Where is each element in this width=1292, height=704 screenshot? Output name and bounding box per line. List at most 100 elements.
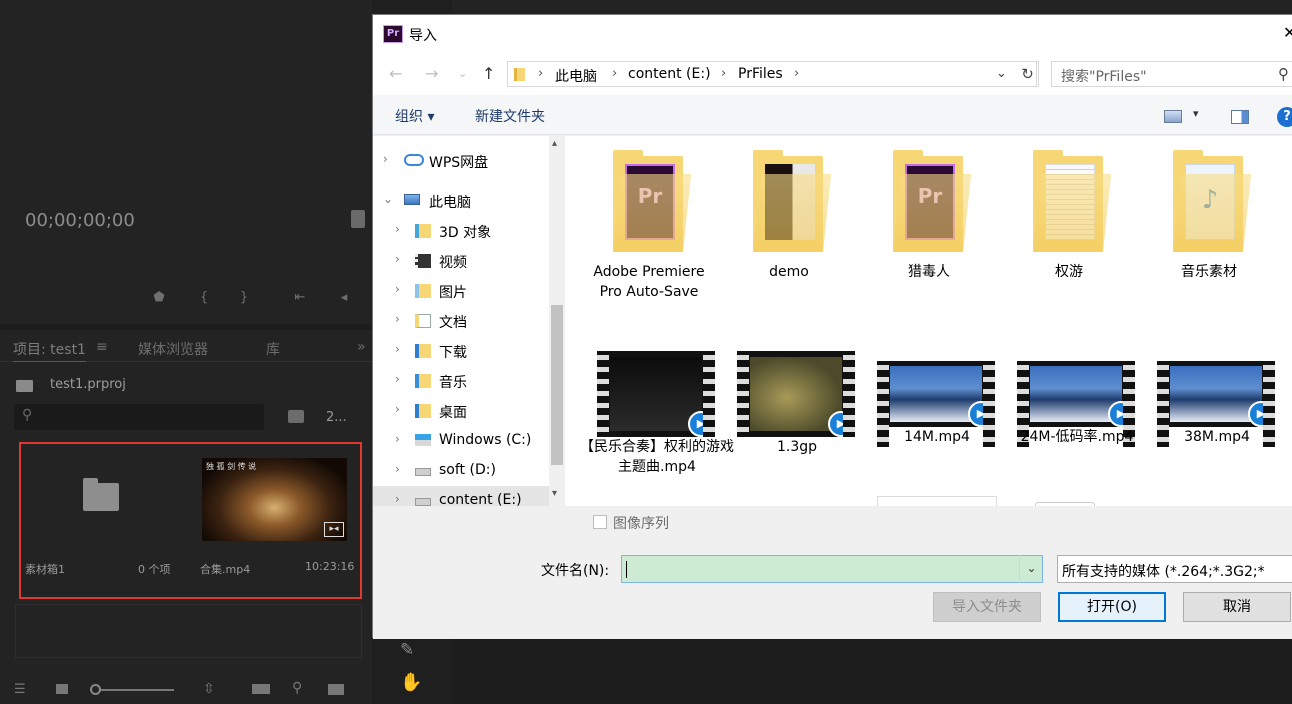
new-folder-button[interactable]: 新建文件夹 <box>475 106 545 126</box>
monitor-settings-icon[interactable] <box>351 210 365 228</box>
automate-icon[interactable] <box>252 684 270 694</box>
image-sequence-checkbox[interactable] <box>593 515 607 529</box>
add-marker-icon[interactable]: ⬟ <box>151 290 167 306</box>
close-icon[interactable]: ✕ <box>1283 23 1292 42</box>
expand-chevron-icon[interactable]: › <box>395 432 400 446</box>
nav-item-music[interactable]: › 音乐 <box>373 366 549 396</box>
bin-folder-icon[interactable] <box>83 478 119 511</box>
breadcrumb-separator[interactable]: › <box>721 66 726 81</box>
file-tile-music-assets[interactable]: ♪ 音乐素材 <box>1149 136 1269 306</box>
new-search-bin-icon[interactable] <box>288 410 304 423</box>
nav-item-3d-objects[interactable]: › 3D 对象 <box>373 216 549 246</box>
breadcrumb-separator[interactable]: › <box>538 66 543 81</box>
icon-view-icon[interactable] <box>56 684 68 694</box>
nav-item-wps-cloud[interactable]: › WPS网盘 <box>373 146 549 176</box>
list-view-icon[interactable]: ☰ <box>14 682 26 697</box>
tab-project[interactable]: 项目: test1 <box>13 339 86 362</box>
video-file-icon: ▶ <box>1157 361 1275 447</box>
nav-item-content-drive[interactable]: › content (E:) <box>373 486 549 506</box>
mark-in-icon[interactable]: { <box>196 290 212 306</box>
file-tile-1-3gp[interactable]: ▶ 1.3gp <box>737 351 857 501</box>
nav-scrollbar-thumb[interactable] <box>551 305 563 465</box>
file-tile-24m[interactable]: ▶ 24M-低码率.mp4 <box>1017 361 1137 511</box>
nav-item-desktop[interactable]: › 桌面 <box>373 396 549 426</box>
items-count: 2... <box>326 410 347 425</box>
file-tile-min-yue-video[interactable]: ▶ 【民乐合奏】权利的游戏主题曲.mp4 <box>580 351 734 501</box>
zoom-slider[interactable] <box>90 689 174 691</box>
import-folder-button[interactable]: 导入文件夹 <box>933 592 1041 622</box>
organize-button[interactable]: 组织 ▾ <box>395 106 434 126</box>
expand-chevron-icon[interactable]: › <box>383 152 388 166</box>
nav-item-downloads[interactable]: › 下载 <box>373 336 549 366</box>
expand-chevron-icon[interactable]: › <box>395 252 400 266</box>
tab-libraries[interactable]: 库 <box>266 339 280 359</box>
panel-overflow-icon[interactable]: » <box>357 339 366 355</box>
file-tile-quan-you[interactable]: 权游 <box>1009 136 1129 306</box>
refresh-icon[interactable]: ↻ <box>1017 61 1039 87</box>
view-dropdown-chevron-icon[interactable]: ▾ <box>1193 107 1199 120</box>
scroll-down-icon[interactable]: ▾ <box>552 488 557 499</box>
collapse-chevron-icon[interactable]: ⌄ <box>383 192 393 206</box>
breadcrumb-folder[interactable]: PrFiles <box>738 66 783 82</box>
nav-item-windows-drive[interactable]: › Windows (C:) <box>373 426 549 456</box>
mark-out-icon[interactable]: } <box>236 290 252 306</box>
expand-chevron-icon[interactable]: › <box>395 372 400 386</box>
project-search-input[interactable]: ⚲ <box>14 404 264 430</box>
step-back-icon[interactable]: ◂ <box>336 290 352 306</box>
file-tile-label: 音乐素材 <box>1181 264 1237 280</box>
file-tile-38m[interactable]: ▶ 38M.mp4 <box>1157 361 1277 511</box>
breadcrumb-this-pc[interactable]: 此电脑 <box>555 66 597 86</box>
zoom-slider-handle[interactable] <box>90 684 101 695</box>
file-type-select[interactable]: 所有支持的媒体 (*.264;*.3G2;* ⌄ <box>1057 555 1292 583</box>
scroll-up-icon[interactable]: ▴ <box>552 138 557 149</box>
breadcrumb-separator[interactable]: › <box>794 66 799 81</box>
nav-item-pictures[interactable]: › 图片 <box>373 276 549 306</box>
tab-media-browser[interactable]: 媒体浏览器 <box>138 339 208 359</box>
sort-icon[interactable]: ⇳ <box>203 681 215 697</box>
file-name-dropdown-chevron-icon[interactable]: ⌄ <box>1019 555 1043 583</box>
up-arrow-icon[interactable]: ↑ <box>482 64 495 83</box>
file-name-input[interactable] <box>621 555 1043 583</box>
import-dialog: Pr 导入 ✕ ← → ⌄ ↑ › 此电脑 › content (E:) › P… <box>372 14 1292 639</box>
back-arrow-icon[interactable]: ← <box>389 64 402 83</box>
hand-tool-icon[interactable]: ✋ <box>400 672 422 693</box>
cancel-button[interactable]: 取消 <box>1183 592 1291 622</box>
file-tile-lie-du-ren[interactable]: Pr 猎毒人 <box>869 136 989 306</box>
breadcrumb-drive[interactable]: content (E:) <box>628 66 711 82</box>
file-tile-14m[interactable]: ▶ 14M.mp4 <box>877 361 997 511</box>
bin-name[interactable]: 素材箱1 <box>25 561 65 577</box>
preview-pane-icon[interactable] <box>1231 110 1249 124</box>
nav-item-videos[interactable]: › 视频 <box>373 246 549 276</box>
breadcrumb-separator[interactable]: › <box>612 66 617 81</box>
expand-chevron-icon[interactable]: › <box>395 282 400 296</box>
file-tile-demo[interactable]: demo <box>729 136 849 306</box>
address-dropdown-chevron-icon[interactable]: ⌄ <box>996 66 1007 81</box>
view-options-icon[interactable] <box>1164 110 1182 123</box>
expand-chevron-icon[interactable]: › <box>395 312 400 326</box>
clip-name[interactable]: 合集.mp4 <box>200 561 250 577</box>
timecode-display[interactable]: 00;00;00;00 <box>25 210 135 231</box>
expand-chevron-icon[interactable]: › <box>395 462 400 476</box>
partial-file-tile[interactable] <box>877 496 997 506</box>
nav-item-this-pc[interactable]: ⌄ 此电脑 <box>373 186 549 216</box>
tab-menu-icon[interactable]: ≡ <box>96 339 108 355</box>
search-input[interactable]: 搜索"PrFiles" ⚲ <box>1051 61 1292 87</box>
clip-thumbnail[interactable]: 独 孤 剑 传 说 ▸◂ <box>202 458 347 541</box>
recent-locations-chevron-icon[interactable]: ⌄ <box>458 67 467 80</box>
file-tile-auto-save[interactable]: Pr Adobe Premiere Pro Auto-Save <box>589 136 709 306</box>
expand-chevron-icon[interactable]: › <box>395 492 400 506</box>
nav-item-documents[interactable]: › 文档 <box>373 306 549 336</box>
expand-chevron-icon[interactable]: › <box>395 222 400 236</box>
forward-arrow-icon[interactable]: → <box>425 64 438 83</box>
pen-tool-icon[interactable]: ✎ <box>400 640 414 660</box>
go-to-in-icon[interactable]: ⇤ <box>292 290 308 306</box>
expand-chevron-icon[interactable]: › <box>395 402 400 416</box>
find-icon[interactable]: ⚲ <box>292 680 302 696</box>
new-bin-icon[interactable] <box>328 684 344 695</box>
nav-item-soft-drive[interactable]: › soft (D:) <box>373 456 549 486</box>
open-button[interactable]: 打开(O) <box>1058 592 1166 622</box>
help-icon[interactable]: ? <box>1277 107 1292 127</box>
address-bar[interactable]: › 此电脑 › content (E:) › PrFiles › ⌄ <box>507 61 1037 87</box>
expand-chevron-icon[interactable]: › <box>395 342 400 356</box>
dialog-titlebar[interactable] <box>373 15 1292 53</box>
